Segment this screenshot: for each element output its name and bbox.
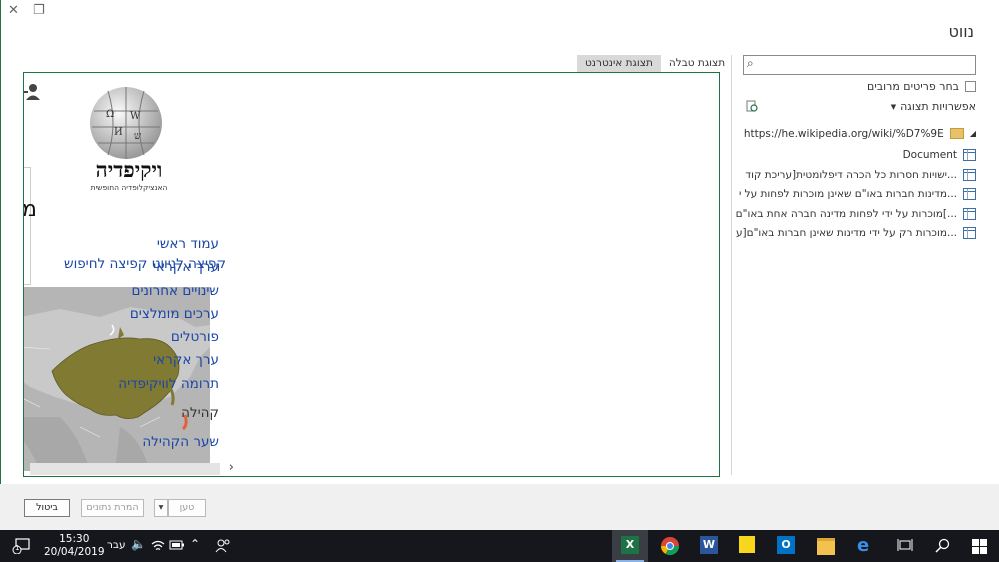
svg-text:ש: ש	[134, 131, 141, 142]
table-icon	[963, 207, 976, 220]
community-heading: קהילה	[181, 405, 219, 422]
tree-item[interactable]: מוכרות על ידי לפחות מדינה חברה אחת באו"ם…	[736, 204, 976, 224]
people-icon[interactable]	[215, 538, 231, 553]
sticky-notes-icon[interactable]	[739, 536, 755, 553]
preview-tabs: תצוגת אינטרנט תצוגת טבלה	[577, 55, 733, 72]
navigator-tree: https://he.wikipedia.org/wiki/%D7%9E%D7%…	[736, 124, 976, 243]
tab-table-view[interactable]: תצוגת טבלה	[661, 55, 733, 72]
nav-link[interactable]: ערכים מומלצים	[118, 303, 219, 326]
display-options-label: אפשרויות תצוגה	[900, 100, 976, 113]
select-multiple-checkbox[interactable]	[965, 81, 976, 92]
battery-icon[interactable]	[169, 540, 185, 550]
dialog-footer: ביטול המרת נתונים ▾ טען	[0, 484, 999, 530]
navigator-dialog: ✕ ❐ נווט ⌕ בחר פריטים מרובים ▼ אפשרויות …	[0, 0, 999, 530]
chrome-icon[interactable]	[660, 536, 680, 556]
transform-data-button[interactable]: המרת נתונים	[81, 499, 144, 517]
chevron-down-icon: ▼	[890, 102, 897, 111]
tree-item-label: ישויות חסרות כל הכרה דיפלומטית[עריכת קוד…	[745, 168, 957, 181]
tray-chevron-up-icon[interactable]: ⌃	[190, 537, 200, 551]
tab-web-view[interactable]: תצוגת אינטרנט	[577, 55, 661, 72]
wifi-icon[interactable]	[151, 539, 165, 552]
expand-triangle-icon[interactable]: ◢	[970, 129, 976, 138]
edge-icon[interactable]: e	[857, 535, 869, 556]
nav-link[interactable]: פורטלים	[118, 326, 219, 349]
excel-icon: X	[621, 536, 639, 554]
notification-center-icon[interactable]: 1	[12, 538, 32, 555]
svg-text:W: W	[130, 111, 141, 122]
tree-item[interactable]: ישויות חסרות כל הכרה דיפלומטית[עריכת קוד…	[736, 165, 976, 185]
chevron-right-icon[interactable]: ›	[229, 460, 234, 475]
wikipedia-globe-logo[interactable]: Ω W И ש	[84, 83, 168, 161]
windows-start-icon[interactable]	[972, 539, 987, 554]
svg-text:И: И	[114, 127, 123, 138]
clock[interactable]: 15:30 20/04/2019	[44, 533, 105, 559]
task-view-icon[interactable]	[897, 538, 913, 552]
dialog-title: נווט	[948, 22, 975, 41]
clock-date: 20/04/2019	[44, 546, 105, 558]
folder-icon	[949, 128, 964, 140]
tree-item[interactable]: Document	[736, 146, 976, 166]
svg-text:Ω: Ω	[106, 109, 114, 120]
nav-link[interactable]: ערך אקראי	[118, 349, 219, 372]
wiki-page: מ Ω W И ש ויקיפדיה האנציקלופדיה החופשית …	[23, 73, 234, 476]
tree-item-label: מוכרות על ידי לפחות מדינה חברה אחת באו"ם…	[735, 207, 957, 220]
tree-item-label: Document	[902, 149, 957, 162]
table-icon	[963, 149, 976, 162]
tree-root-node[interactable]: https://he.wikipedia.org/wiki/%D7%9E%D7%…	[736, 124, 976, 144]
load-dropdown-arrow[interactable]: ▾	[154, 499, 168, 517]
tree-item-label: מדינות חברות באו"ם שאינן מוכרות לפחות על…	[738, 188, 957, 201]
cancel-button[interactable]: ביטול	[24, 499, 70, 517]
taskbar: 1 15:30 20/04/2019 עבר 🔈 ⌃ X W O e	[0, 530, 999, 562]
refresh-icon[interactable]	[746, 100, 758, 112]
tree-item-label: מוכרות רק על ידי מדינות שאינן חברות באו"…	[735, 227, 957, 240]
load-button[interactable]: טען	[168, 499, 206, 517]
file-explorer-icon[interactable]	[817, 538, 835, 555]
tree-item[interactable]: מדינות חברות באו"ם שאינן מוכרות לפחות על…	[736, 185, 976, 205]
skip-links[interactable]: קפיצה לניווט קפיצה לחיפוש	[64, 256, 226, 272]
wiki-wordmark: ויקיפדיה	[95, 157, 163, 182]
table-icon	[963, 168, 976, 181]
outlook-icon[interactable]: O	[777, 536, 795, 554]
horizontal-scrollbar[interactable]: ›	[30, 460, 234, 475]
display-options-dropdown[interactable]: ▼ אפשרויות תצוגה	[891, 100, 976, 113]
volume-icon[interactable]: 🔈	[131, 537, 146, 551]
web-preview[interactable]: מ Ω W И ש ויקיפדיה האנציקלופדיה החופשית …	[23, 72, 720, 477]
notification-count: 1	[15, 544, 20, 552]
search-input[interactable]: ⌕	[743, 55, 976, 75]
article-box	[24, 167, 31, 285]
panel-divider	[731, 55, 732, 475]
nav-link[interactable]: עמוד ראשי	[118, 233, 219, 256]
tree-item[interactable]: מוכרות רק על ידי מדינות שאינן חברות באו"…	[736, 224, 976, 244]
nav-link[interactable]: תרומה לוויקיפדיה	[118, 373, 219, 396]
table-icon	[963, 227, 976, 240]
close-icon[interactable]: ✕	[8, 3, 19, 18]
language-indicator[interactable]: עבר	[107, 539, 126, 551]
root-url: https://he.wikipedia.org/wiki/%D7%9E%D7%…	[743, 127, 944, 140]
nav-link[interactable]: שינויים אחרונים	[118, 280, 219, 303]
search-icon: ⌕	[747, 56, 754, 70]
restore-icon[interactable]: ❐	[33, 3, 45, 18]
taskbar-app-excel[interactable]: X	[612, 530, 648, 562]
select-multiple-label: בחר פריטים מרובים	[867, 80, 959, 93]
nav-link[interactable]: שער הקהילה	[118, 431, 219, 454]
article-initial: מ	[23, 197, 37, 222]
search-taskbar-icon[interactable]	[935, 538, 950, 553]
user-icon[interactable]	[23, 83, 42, 101]
wiki-tagline: האנציקלופדיה החופשית	[90, 183, 168, 192]
clock-time: 15:30	[59, 533, 90, 545]
word-icon[interactable]: W	[700, 536, 718, 554]
table-icon	[963, 188, 976, 201]
select-multiple-row[interactable]: בחר פריטים מרובים	[867, 80, 976, 93]
